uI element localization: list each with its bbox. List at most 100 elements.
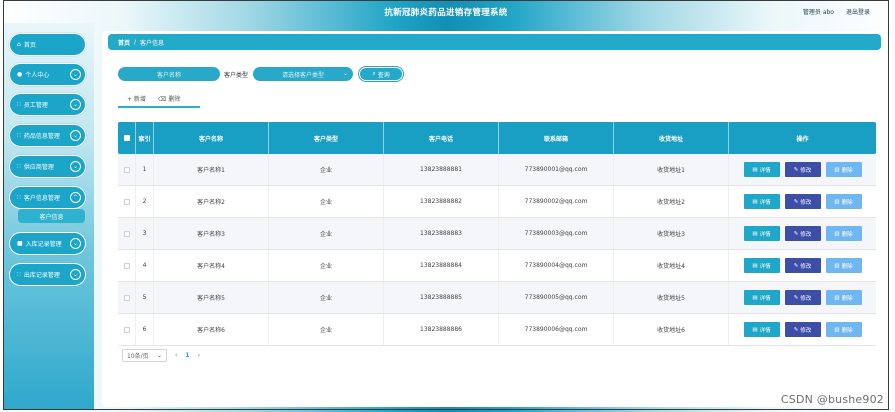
row-checkbox[interactable] [123,294,130,301]
edit-button[interactable]: ✎ 修改 [784,322,821,337]
sidebar-item-suppliers[interactable]: ∷ 供应商管理 ⌄ [9,155,86,178]
select-all-checkbox[interactable] [123,135,130,141]
next-page-button[interactable]: › [198,352,200,359]
delete-button[interactable]: ▥ 删除 [825,290,862,305]
edit-button[interactable]: ✎ 修改 [784,290,821,305]
sidebar-item-label: 客户信息管理 [23,195,60,202]
trash-icon: ▥ [834,294,840,301]
sidebar-item-outbound[interactable]: ∷ 出库记录管理 ⌄ [9,263,86,286]
sidebar-item-label: 首页 [23,42,36,49]
bulk-delete-label: 删除 [168,96,181,103]
cell-type: 企业 [269,282,384,313]
row-checkbox[interactable] [123,262,130,269]
edit-button[interactable]: ✎ 修改 [784,258,821,273]
chevron-down-icon: ⌄ [70,99,81,110]
delete-button[interactable]: ▥ 删除 [825,162,862,177]
pencil-icon: ✎ [793,166,799,173]
sidebar-item-label: 入库记录管理 [25,241,62,248]
edit-label: 修改 [800,231,812,238]
pencil-icon: ✎ [793,198,799,205]
pencil-icon: ✎ [793,230,799,237]
row-select-cell[interactable] [118,186,136,217]
add-button[interactable]: + 新增 [127,94,146,106]
header-actions: 操作 [796,135,809,143]
sidebar-item-home[interactable]: ⌂ 首页 [9,33,86,56]
row-checkbox[interactable] [123,230,130,237]
table-row: 6 客户名称6 企业 13823888886 773890006@qq.com 收货地址6… [118,314,876,346]
edit-button[interactable]: ✎ 修改 [784,226,821,241]
user-area: 管理员 abo 退出登录 [803,7,870,16]
cell-email: 773890004@qq.com [499,250,614,281]
detail-label: 详情 [759,295,771,302]
logout-link[interactable]: 退出登录 [846,7,870,16]
cell-phone: 13823888881 [384,154,499,185]
lock-icon: ■ [17,240,23,247]
delete-label: 删除 [841,327,853,334]
delete-label: 删除 [841,199,853,206]
row-select-cell[interactable] [118,250,136,281]
sidebar-item-staff[interactable]: ∷ 员工管理 ⌄ [9,93,86,116]
customer-name-input[interactable]: 客户名称 [118,67,220,81]
header-name: 客户名称 [154,122,269,154]
header-email: 联系邮箱 [499,122,614,154]
row-select-cell[interactable] [118,218,136,249]
row-checkbox[interactable] [123,198,130,205]
trash-icon: ▥ [834,262,840,269]
row-select-cell[interactable] [118,314,136,345]
cell-address: 收货地址3 [614,218,729,249]
document-icon: ▤ [752,166,758,173]
cell-type: 企业 [269,314,384,345]
detail-button[interactable]: ▤ 详情 [743,258,780,273]
delete-button[interactable]: ▥ 删除 [825,258,862,273]
header-index: 索引 [136,122,154,154]
prev-page-button[interactable]: ‹ [175,352,177,359]
detail-label: 详情 [759,167,771,174]
customer-type-placeholder: 请选择客户类型 [282,71,325,79]
edit-button[interactable]: ✎ 修改 [784,162,821,177]
query-button[interactable]: ⌕ 查询 [359,67,404,81]
row-select-cell[interactable] [118,154,136,185]
sidebar-item-inbound[interactable]: ■ 入库记录管理 ⌄ [9,232,86,255]
chevron-down-icon: ⌄ [70,269,81,280]
page-size-select[interactable]: 10条/页 ⌄ [122,349,167,362]
delete-button[interactable]: ▥ 删除 [825,194,862,209]
row-checkbox[interactable] [123,326,130,333]
detail-button[interactable]: ▤ 详情 [743,226,780,241]
select-all-cell[interactable] [118,122,136,154]
sidebar-item-profile[interactable]: ● 个人中心 ⌄ [9,63,86,86]
sidebar-subitem-customer-info[interactable]: 客户信息 [18,209,85,223]
chevron-down-icon: ⌄ [342,70,349,77]
sidebar-item-label: 供应商管理 [23,164,54,171]
sidebar-item-customers[interactable]: ∷ 客户信息管理 ⌃ [9,186,86,209]
delete-button[interactable]: ▥ 删除 [825,226,862,241]
row-select-cell[interactable] [118,282,136,313]
detail-button[interactable]: ▤ 详情 [743,194,780,209]
detail-button[interactable]: ▤ 详情 [743,322,780,337]
detail-label: 详情 [759,231,771,238]
table-header: 索引 客户名称 客户类型 客户电话 联系邮箱 收货地址 操作 [118,122,876,154]
cell-address: 收货地址1 [614,154,729,185]
detail-button[interactable]: ▤ 详情 [743,290,780,305]
cell-phone: 13823888885 [384,282,499,313]
sidebar-item-label: 个人中心 [25,72,50,79]
sidebar-item-drugs[interactable]: ∷ 药品信息管理 ⌄ [9,124,86,147]
detail-button[interactable]: ▤ 详情 [743,162,780,177]
top-bar: 抗新冠肺炎药品进销存管理系统 管理员 abo 退出登录 [4,1,888,23]
row-checkbox[interactable] [123,166,130,173]
cell-email: 773890006@qq.com [499,314,614,345]
chevron-down-icon: ⌄ [156,352,162,359]
cell-index: 5 [136,282,154,313]
sidebar-item-label: 员工管理 [23,102,48,109]
page-number-current[interactable]: 1 [185,352,189,359]
bulk-delete-button[interactable]: ⌫ 删除 [158,94,180,106]
breadcrumb-home[interactable]: 首页 [118,38,130,47]
watermark: CSDN @bushe902 [780,393,884,406]
query-label: 查询 [377,71,390,79]
delete-button[interactable]: ▥ 删除 [825,322,862,337]
cell-actions: ▤ 详情 ✎ 修改 ▥ 删除 [729,282,876,313]
cell-address: 收货地址6 [614,314,729,345]
customer-type-select[interactable]: 请选择客户类型 ⌄ [253,67,354,81]
edit-button[interactable]: ✎ 修改 [784,194,821,209]
cell-actions: ▤ 详情 ✎ 修改 ▥ 删除 [729,314,876,345]
grid-icon: ∷ [17,163,21,170]
